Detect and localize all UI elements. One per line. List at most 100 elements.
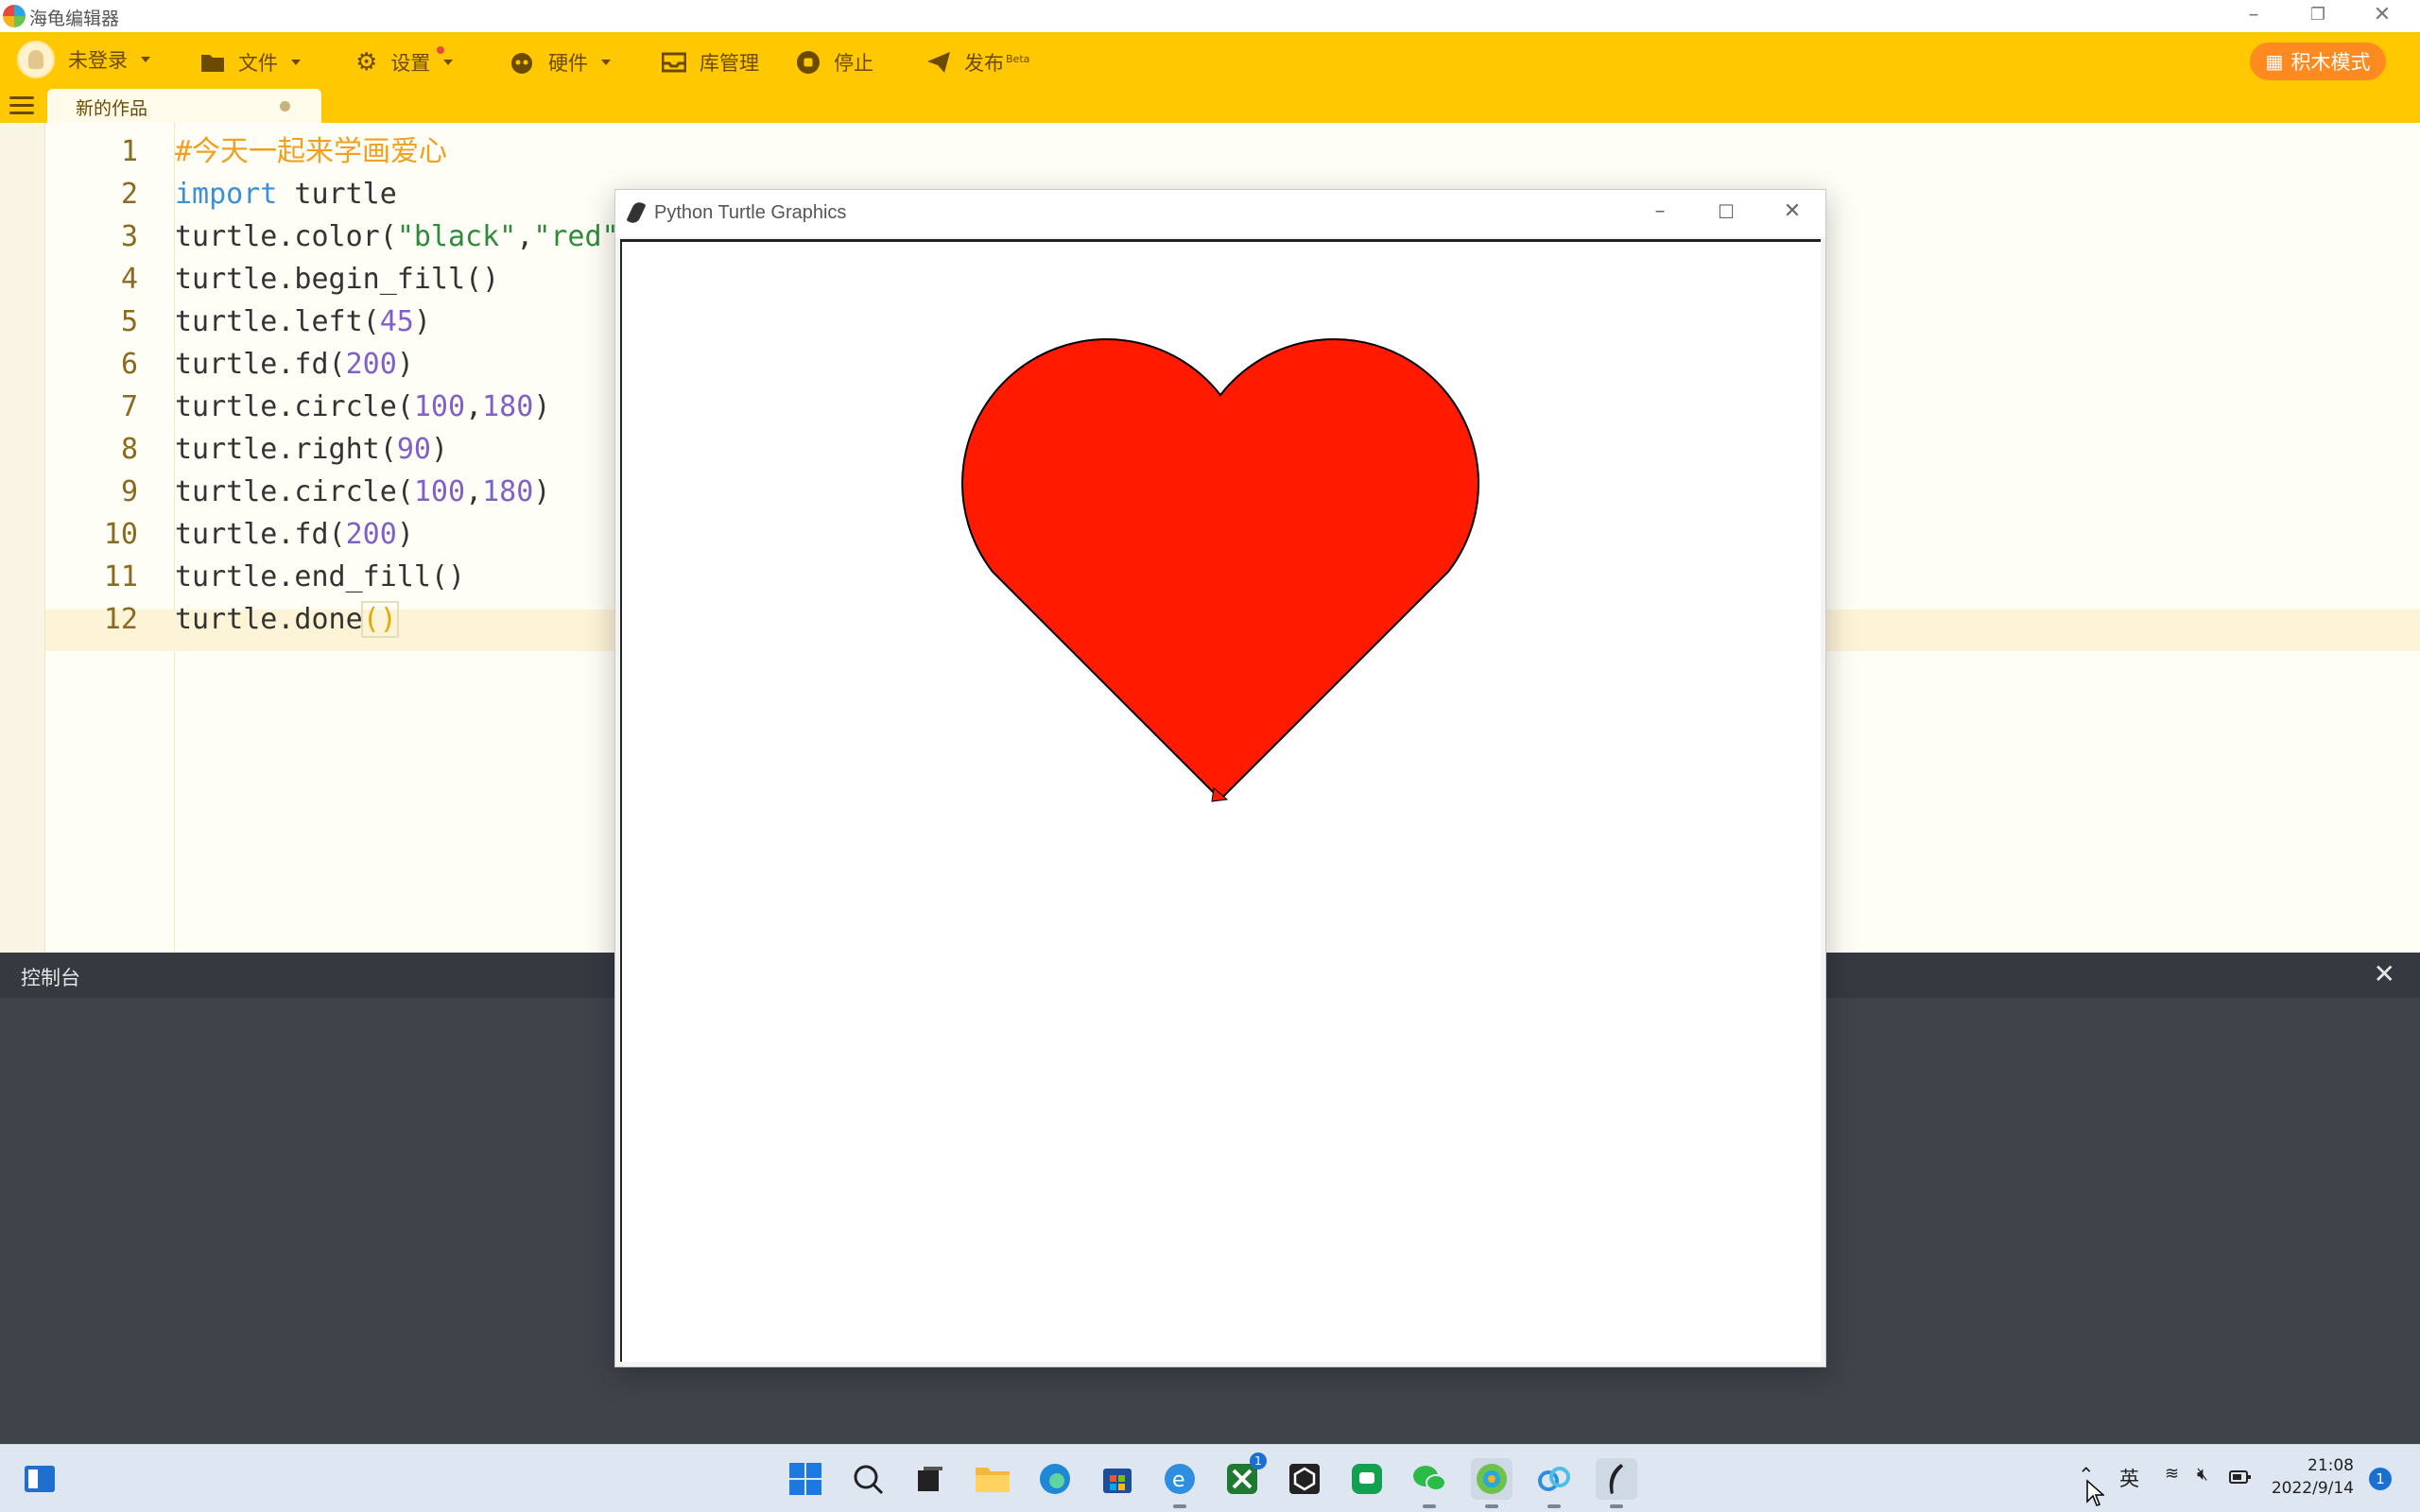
xbox-badge: 1 — [1250, 1452, 1267, 1469]
store-icon[interactable] — [1097, 1458, 1138, 1500]
heart-shape — [960, 338, 1480, 801]
block-mode-label: 积木模式 — [2290, 51, 2371, 74]
feather-icon — [626, 199, 647, 226]
python-turtle-taskbar-icon[interactable] — [1596, 1458, 1637, 1508]
notification-badge[interactable]: 1 — [2369, 1468, 2392, 1490]
line-number: 3 — [120, 220, 138, 253]
taskbar: e 1 ⌃ 英 ≋ 🔇︎ 21:08 2022/9/14 1 — [0, 1444, 2420, 1512]
gear-icon: ⚙ — [355, 48, 378, 77]
ie-browser-icon[interactable]: e — [1159, 1458, 1201, 1508]
line-number: 2 — [120, 178, 138, 211]
turtle-window-title: Python Turtle Graphics — [654, 202, 847, 223]
code-line: turtle.fd(200) — [175, 518, 414, 551]
chevron-down-icon — [601, 60, 611, 65]
main-toolbar: 未登录 文件 ⚙ 设置 硬件 库管理 停止 发布 Beta ▦ 积木模式 新的作… — [0, 32, 2420, 123]
code-line: turtle.begin_fill() — [175, 263, 500, 296]
blocks-icon: ▦ — [2265, 50, 2284, 73]
window-title: 海龟编辑器 — [29, 9, 120, 29]
code-line: turtle.right(90) — [175, 433, 448, 466]
unity-icon[interactable] — [1284, 1458, 1325, 1500]
code-line: #今天一起来学画爱心 — [175, 135, 448, 168]
running-indicator — [1173, 1504, 1186, 1508]
notification-dot — [437, 46, 444, 54]
volume-muted-icon[interactable]: 🔇︎ — [2197, 1464, 2208, 1485]
publish-label: 发布 — [964, 52, 1004, 75]
code-line: turtle.left(45) — [175, 305, 431, 338]
line-number: 4 — [120, 263, 138, 296]
battery-icon[interactable] — [2229, 1467, 2252, 1489]
line-number: 7 — [120, 390, 138, 423]
wechat-work-icon[interactable] — [1346, 1458, 1388, 1500]
chevron-down-icon — [291, 60, 301, 65]
sidebar-toggle-icon[interactable] — [9, 96, 34, 117]
search-icon[interactable] — [847, 1458, 889, 1500]
library-label: 库管理 — [700, 52, 759, 75]
console-title: 控制台 — [21, 967, 80, 989]
minimize-button[interactable]: – — [2223, 0, 2284, 32]
turtle-canvas[interactable] — [620, 239, 1821, 1362]
hardware-label: 硬件 — [548, 52, 588, 75]
code-line: turtle.color("black","red" — [175, 220, 619, 253]
stop-button[interactable]: 停止 — [796, 46, 873, 78]
svg-text:e: e — [1172, 1469, 1185, 1492]
clock-time: 21:08 — [2308, 1456, 2354, 1475]
file-explorer-icon[interactable] — [972, 1458, 1013, 1500]
block-mode-button[interactable]: ▦ 积木模式 — [2250, 43, 2386, 80]
turtle-window-titlebar: Python Turtle Graphics – ☐ ✕ — [615, 190, 1825, 237]
publish-button[interactable]: 发布 Beta — [926, 46, 1029, 78]
file-menu[interactable]: 文件 — [200, 46, 301, 78]
line-number: 12 — [103, 603, 138, 636]
turtle-graphics-window[interactable]: Python Turtle Graphics – ☐ ✕ — [614, 189, 1826, 1367]
line-number: 5 — [120, 305, 138, 338]
close-icon[interactable]: ✕ — [2374, 958, 2395, 989]
line-number: 1 — [120, 135, 138, 168]
turtle-close-button[interactable]: ✕ — [1759, 194, 1825, 232]
running-indicator — [1610, 1504, 1623, 1508]
clock-date: 2022/9/14 — [2271, 1479, 2354, 1498]
inbox-icon — [662, 52, 686, 73]
code-line: turtle.end_fill() — [175, 560, 466, 593]
folder-icon — [201, 55, 224, 72]
widgets-icon[interactable] — [19, 1458, 60, 1500]
app-logo-icon — [3, 5, 26, 27]
turtle-editor-taskbar-icon[interactable] — [1471, 1458, 1512, 1508]
settings-menu[interactable]: ⚙ 设置 — [355, 46, 454, 78]
login-label: 未登录 — [68, 49, 128, 72]
running-indicator — [1547, 1504, 1561, 1508]
turtle-minimize-button[interactable]: – — [1627, 194, 1693, 232]
line-number: 9 — [120, 475, 138, 508]
tab-new-work[interactable]: 新的作品 — [47, 89, 321, 123]
line-number: 10 — [103, 518, 138, 551]
turtle-maximize-button[interactable]: ☐ — [1693, 194, 1759, 232]
beta-badge: Beta — [1006, 52, 1030, 65]
cloud-app-icon[interactable] — [1533, 1458, 1575, 1508]
settings-label: 设置 — [390, 52, 431, 75]
close-button[interactable]: ✕ — [2352, 0, 2412, 32]
system-clock[interactable]: 21:08 2022/9/14 — [2269, 1454, 2354, 1500]
ime-indicator[interactable]: 英 — [2119, 1464, 2139, 1492]
wechat-icon[interactable] — [1409, 1458, 1450, 1508]
code-line: turtle.done() — [175, 601, 399, 638]
hardware-menu[interactable]: 硬件 — [509, 46, 611, 78]
mouse-cursor-icon — [2086, 1479, 2104, 1506]
start-icon[interactable] — [785, 1458, 826, 1500]
code-line: turtle.circle(100,180) — [175, 475, 551, 508]
code-line: turtle.circle(100,180) — [175, 390, 551, 423]
running-indicator — [1485, 1504, 1498, 1508]
wifi-icon[interactable]: ≋ — [2165, 1464, 2179, 1484]
stop-icon — [797, 51, 820, 74]
code-line: import turtle — [175, 178, 397, 211]
restore-button[interactable]: ❐ — [2288, 0, 2348, 32]
edge-browser-icon[interactable] — [1034, 1458, 1076, 1500]
task-view-icon[interactable] — [909, 1458, 951, 1500]
xbox-icon[interactable]: 1 — [1221, 1452, 1267, 1500]
tab-label: 新的作品 — [76, 98, 148, 119]
editor-side-strip — [0, 123, 45, 953]
file-label: 文件 — [238, 52, 278, 75]
turtle-drawing — [960, 338, 1480, 802]
unsaved-dot-icon — [280, 101, 290, 112]
library-button[interactable]: 库管理 — [662, 46, 759, 78]
avatar — [17, 41, 55, 78]
paper-plane-icon — [927, 52, 950, 73]
user-menu[interactable]: 未登录 — [17, 41, 150, 78]
